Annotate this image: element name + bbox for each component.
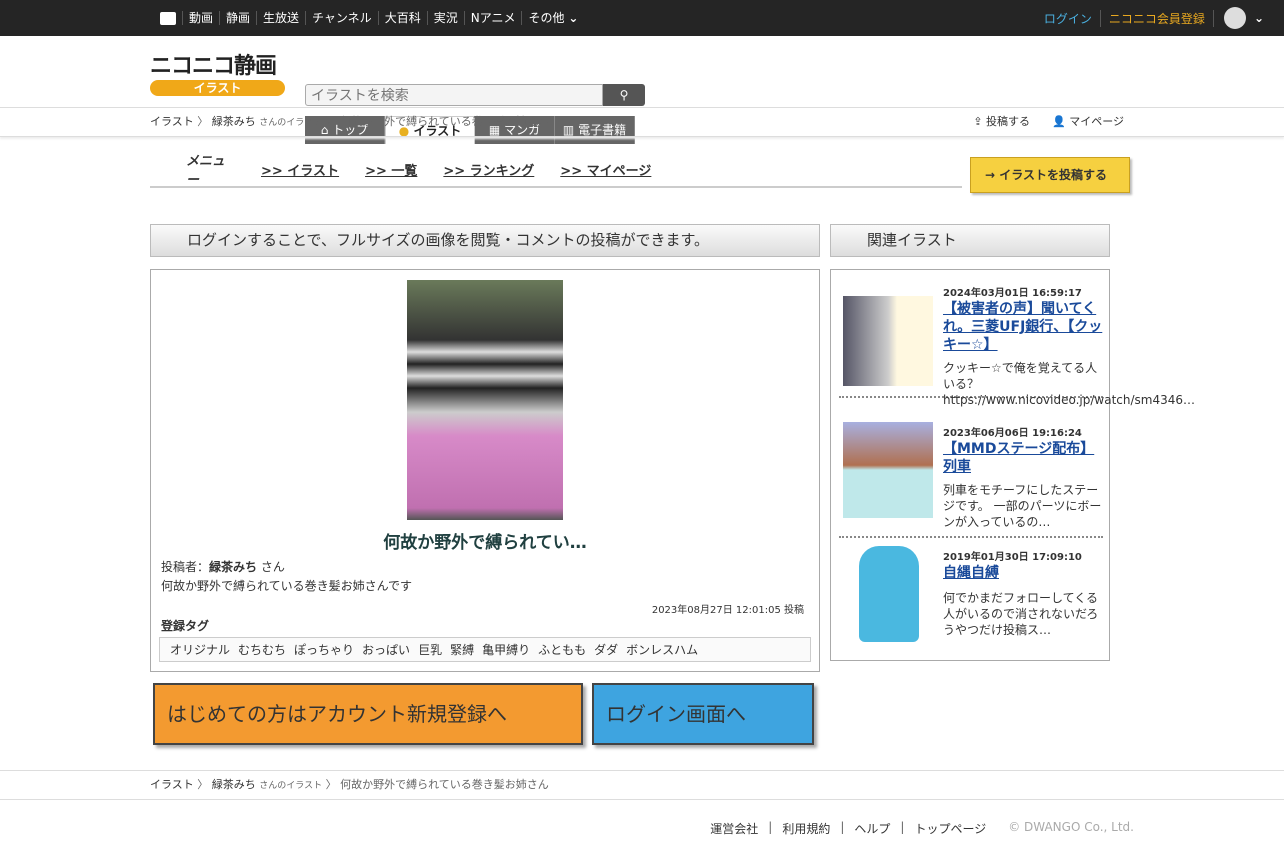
tag-link[interactable]: 亀甲縛り: [482, 641, 530, 658]
illust-title: 何故か野外で縛られてい…: [383, 533, 587, 553]
tag-link[interactable]: ぽっちゃり: [294, 641, 354, 658]
copyright: © DWANGO Co., Ltd.: [1008, 820, 1134, 834]
menu-list[interactable]: >> 一覧: [365, 160, 417, 179]
related-desc: 列車をモチーフにしたステージです。 一部のパーツにボーンが入っているの…: [943, 483, 1102, 529]
upload-icon: ⇪: [973, 115, 983, 128]
illust-panel: 何故か野外で縛られてい… 投稿者：緑茶みち さん 何故か野外で縛られている巻き髪…: [150, 269, 820, 672]
nav-dic[interactable]: 大百科: [377, 11, 427, 25]
tag-link[interactable]: オリジナル: [170, 641, 230, 658]
poster-name[interactable]: 緑茶みち: [209, 560, 257, 574]
poster-line: 投稿者：緑茶みち さん: [161, 558, 285, 575]
tag-link[interactable]: むちむち: [238, 641, 286, 658]
nav-seiga[interactable]: 静画: [219, 11, 256, 25]
related-date: 2019年01月30日 17:09:10: [943, 552, 1082, 563]
mypage-label: マイページ: [1069, 115, 1124, 128]
tag-link[interactable]: 緊縛: [450, 641, 474, 658]
avatar[interactable]: [1223, 7, 1246, 29]
nav-channel[interactable]: チャンネル: [305, 11, 378, 25]
logo-text: ニコニコ静画: [150, 54, 277, 79]
menu-mypage[interactable]: >> マイページ: [560, 160, 651, 179]
related-desc: 何でかまだフォローしてくる人がいるので消されないだろうやつだけ投稿ス…: [943, 591, 1099, 637]
breadcrumb-current: 何故か野外で縛られている巻き髪お姉さん: [340, 778, 549, 791]
nav-video[interactable]: 動画: [182, 11, 219, 25]
related-header: 関連イラスト: [830, 224, 1110, 257]
poster-suffix: さん: [257, 560, 285, 574]
search-form: ⚲: [305, 84, 645, 106]
footer: 運営会社 | 利用規約 | ヘルプ | トップページ © DWANGO Co., Lt…: [710, 820, 1134, 837]
post-label: 投稿する: [986, 115, 1031, 128]
search-button[interactable]: ⚲: [603, 84, 645, 106]
breadcrumb-suffix: さんのイラスト: [259, 118, 323, 128]
register-cta-label: はじめての方はアカウント新規登録へ: [167, 702, 507, 726]
user-icon: 👤: [1052, 115, 1066, 128]
footer-company[interactable]: 運営会社: [710, 820, 758, 837]
login-cta-button[interactable]: ログイン画面へ: [592, 683, 814, 745]
post-link[interactable]: ⇪ 投稿する: [973, 108, 1030, 136]
nav-jikkyo[interactable]: 実況: [426, 11, 464, 25]
search-input[interactable]: [305, 84, 603, 106]
post-date: 2023年08月27日 12:01:05 投稿: [651, 605, 804, 616]
poster-label: 投稿者：: [161, 560, 210, 574]
related-title: 関連イラスト: [867, 231, 957, 249]
illust-description: 何故か野外で縛られている巻き髪お姉さんです: [161, 579, 413, 593]
breadcrumb: イラスト 〉 緑茶みち さんのイラスト 〉 何故か野外で縛られている巻き髪お姉さ…: [0, 108, 1284, 137]
menu-illust[interactable]: >> イラスト: [261, 160, 339, 179]
related-item[interactable]: 2023年06月06日 19:16:24 【MMDステージ配布】列車 列車をモチ…: [839, 414, 1103, 538]
related-thumbnail[interactable]: [843, 296, 933, 386]
tag-link[interactable]: おっぱい: [362, 641, 410, 658]
related-title-link[interactable]: 自縄自縛: [943, 564, 1105, 582]
related-date: 2023年06月06日 19:16:24: [943, 428, 1082, 439]
footer-top[interactable]: トップページ: [914, 820, 986, 837]
related-panel: 2024年03月01日 16:59:17 【被害者の声】聞いてくれ。三菱UFJ銀…: [830, 269, 1195, 662]
post-illust-label: イラストを投稿する: [999, 168, 1107, 182]
tag-link[interactable]: ふともも: [538, 641, 586, 658]
nav-more[interactable]: その他 ⌄: [521, 11, 584, 25]
chevron-down-icon: ⌄: [568, 11, 579, 25]
search-icon: ⚲: [619, 88, 629, 102]
tag-link[interactable]: ダダ: [594, 641, 618, 658]
related-desc: クッキー☆で俺を覚えてる人いる？ https://www.nicovideo.j…: [943, 361, 1196, 407]
illust-image[interactable]: [407, 280, 563, 520]
menu-bar: メニュー >> イラスト >> 一覧 >> ランキング >> マイページ: [150, 152, 962, 188]
tags-label: 登録タグ: [161, 619, 210, 633]
post-illust-button[interactable]: → イラストを投稿する: [970, 157, 1130, 193]
top-bar: 動画 静画 生放送 チャンネル 大百科 実況 Nアニメ その他 ⌄ ログイン ニ…: [0, 0, 1284, 36]
footer-help[interactable]: ヘルプ: [854, 820, 890, 837]
footer-breadcrumb: イラスト 〉 緑茶みち さんのイラスト 〉 何故か野外で縛られている巻き髪お姉さ…: [0, 770, 1284, 800]
related-thumbnail[interactable]: [843, 422, 933, 518]
logo-badge: イラスト: [150, 80, 285, 96]
tag-list: オリジナル むちむち ぽっちゃり おっぱい 巨乳 緊縛 亀甲縛り ふともも ダダ ボンレスハム: [159, 637, 811, 662]
tag-link[interactable]: ボンレスハム: [626, 641, 698, 658]
breadcrumb-user[interactable]: 緑茶みち: [212, 778, 256, 791]
register-link[interactable]: ニコニコ会員登録: [1101, 9, 1214, 27]
header: ニコニコ静画 イラスト ⚲ ⌂ トップ ● イラスト ▦ マンガ ▥ 電子書籍: [0, 36, 1284, 144]
menu-label: メニュー: [186, 154, 226, 188]
nav-more-label: その他: [528, 11, 565, 25]
mypage-link[interactable]: 👤 マイページ: [1052, 108, 1124, 136]
related-item[interactable]: 2024年03月01日 16:59:17 【被害者の声】聞いてくれ。三菱UFJ銀…: [839, 274, 1195, 407]
footer-terms[interactable]: 利用規約: [782, 820, 830, 837]
related-date: 2024年03月01日 16:59:17: [943, 288, 1082, 299]
breadcrumb-illust[interactable]: イラスト: [150, 778, 194, 791]
menu-ranking[interactable]: >> ランキング: [443, 160, 534, 179]
niconico-tv-icon[interactable]: [160, 11, 176, 25]
breadcrumb-user[interactable]: 緑茶みち: [212, 115, 256, 128]
breadcrumb-illust[interactable]: イラスト: [150, 115, 194, 128]
related-title-link[interactable]: 【被害者の声】聞いてくれ。三菱UFJ銀行、【クッキー☆】: [943, 300, 1105, 354]
login-cta-label: ログイン画面へ: [606, 702, 746, 726]
breadcrumb-suffix: さんのイラスト: [259, 781, 323, 791]
related-title-link[interactable]: 【MMDステージ配布】列車: [943, 440, 1105, 476]
login-notice: ログインすることで、フルサイズの画像を閲覧・コメントの投稿ができます。: [150, 224, 820, 257]
login-link[interactable]: ログイン: [1044, 9, 1101, 27]
logo[interactable]: ニコニコ静画 イラスト: [150, 48, 285, 96]
breadcrumb-current: 何故か野外で縛られている巻き髪お姉さん: [340, 115, 549, 128]
notice-text: ログインすることで、フルサイズの画像を閲覧・コメントの投稿ができます。: [187, 231, 710, 249]
tag-link[interactable]: 巨乳: [418, 641, 442, 658]
related-thumbnail[interactable]: [859, 546, 919, 642]
related-item[interactable]: 2019年01月30日 17:09:10 自縄自縛 何でかまだフォローしてくる人…: [839, 538, 1103, 662]
nav-live[interactable]: 生放送: [256, 11, 305, 25]
nav-nanime[interactable]: Nアニメ: [463, 11, 522, 25]
register-cta-button[interactable]: はじめての方はアカウント新規登録へ: [153, 683, 583, 745]
chevron-down-icon[interactable]: ⌄: [1254, 11, 1264, 25]
